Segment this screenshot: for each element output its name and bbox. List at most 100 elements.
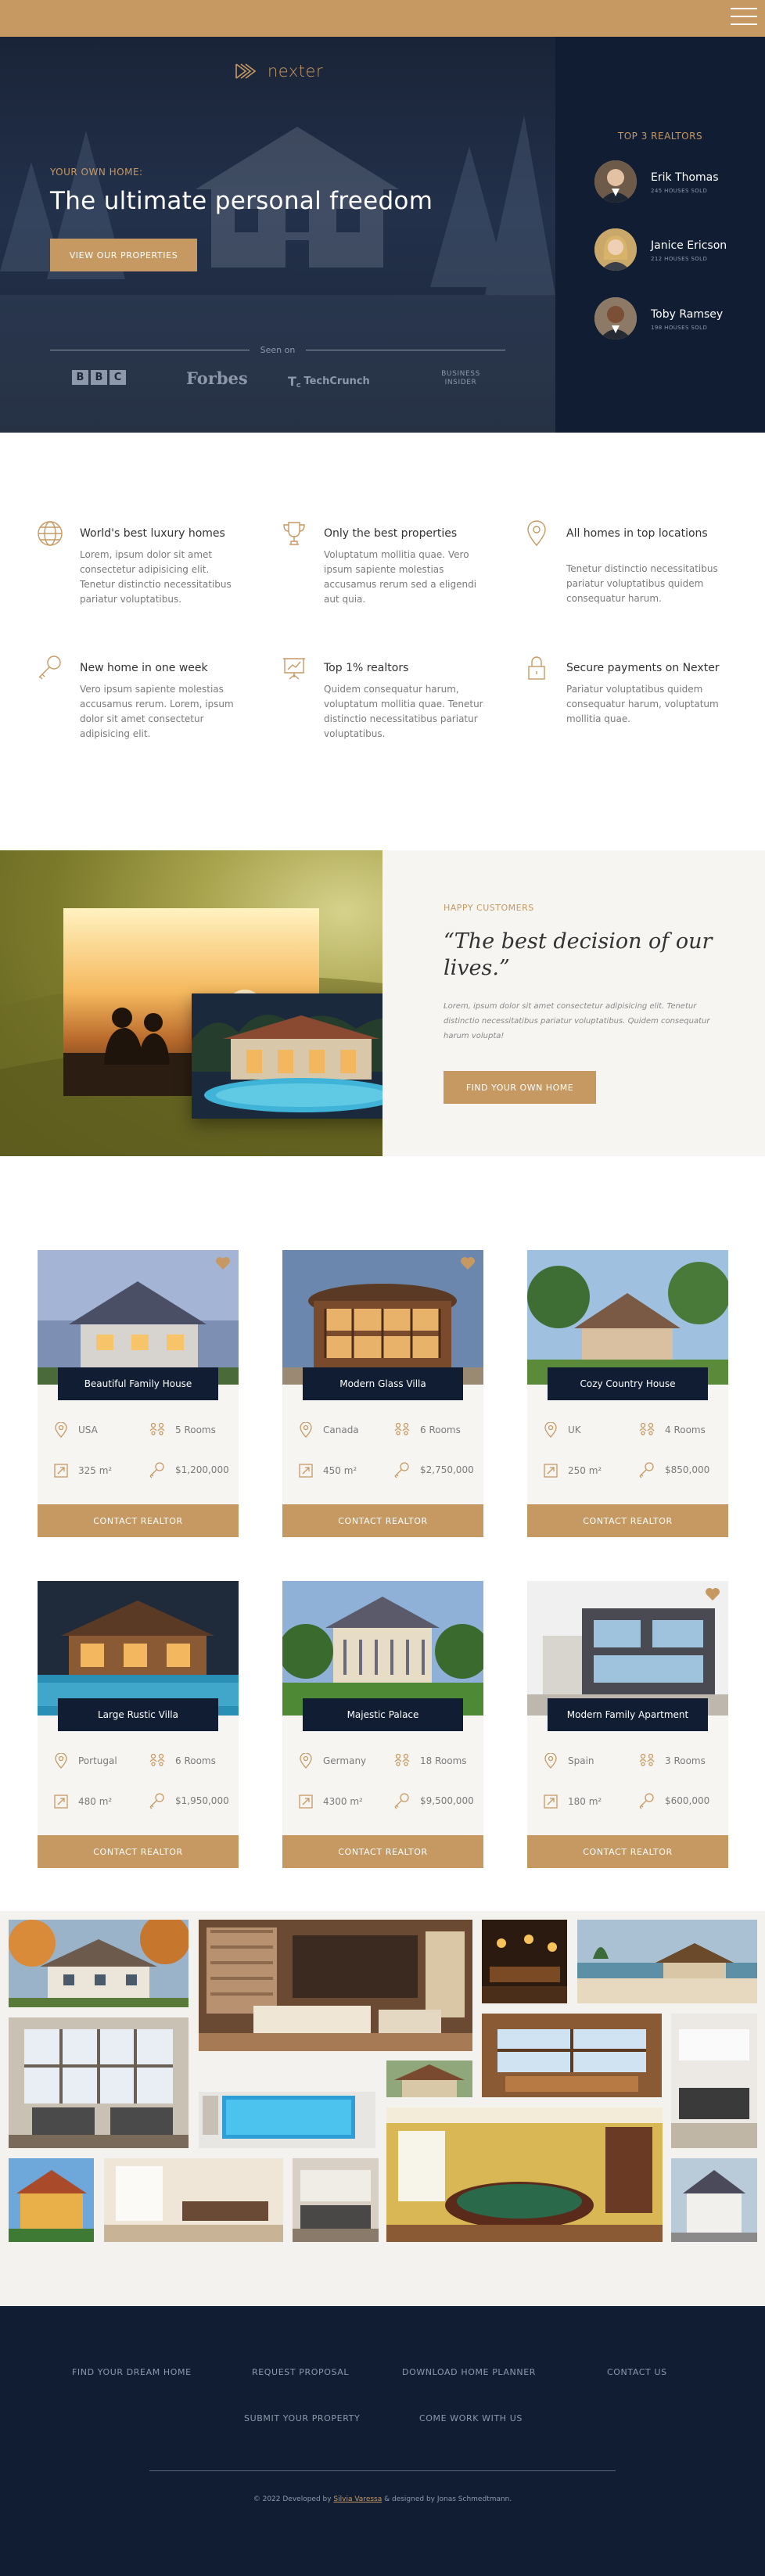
home-area-text: 250 m² [568, 1465, 602, 1476]
home-rooms: 3 Rooms [638, 1753, 706, 1769]
map-pin-icon [300, 1422, 312, 1438]
home-name: Modern Family Apartment [548, 1698, 708, 1731]
footer-link[interactable]: COME WORK WITH US [419, 2413, 523, 2423]
presentation-icon [283, 658, 305, 680]
techcrunch-mark-icon: T꜀ [288, 374, 301, 389]
realtors-title: TOP 3 REALTORS [617, 131, 703, 142]
globe-icon [38, 521, 63, 546]
home-price-text: $600,000 [665, 1795, 710, 1806]
realtor-name: Erik Thomas [651, 171, 719, 184]
bbc-logo: BBC [72, 370, 126, 385]
bbc-letter: B [72, 370, 88, 385]
area-expand-icon [299, 1795, 313, 1809]
home-area: 325 m² [53, 1463, 112, 1478]
favorite-heart-icon[interactable] [705, 1587, 720, 1601]
home-rooms: 18 Rooms [393, 1753, 467, 1769]
rooms-icon [639, 1753, 655, 1766]
feature-title: Only the best properties [324, 527, 458, 540]
footer-link[interactable]: DOWNLOAD HOME PLANNER [402, 2367, 536, 2377]
realtor-item[interactable]: Erik Thomas 245 HOUSES SOLD [594, 160, 759, 204]
find-home-button[interactable]: FIND YOUR OWN HOME [444, 1071, 596, 1104]
contact-realtor-button[interactable]: CONTACT REALTOR [527, 1835, 728, 1868]
author-link[interactable]: Silvia Varessa [333, 2495, 382, 2503]
hamburger-line [731, 8, 757, 9]
contact-realtor-button[interactable]: CONTACT REALTOR [38, 1835, 239, 1868]
home-rooms-text: 5 Rooms [175, 1425, 216, 1435]
key-icon [639, 1462, 654, 1478]
seen-on-label: Seen on [260, 344, 296, 355]
home-country-text: Canada [323, 1425, 359, 1435]
feature-text: Tenetur distinctio necessitatibus pariat… [566, 563, 718, 604]
contact-realtor-button[interactable]: CONTACT REALTOR [38, 1504, 239, 1537]
area-expand-icon [544, 1795, 558, 1809]
home-card: Majestic Palace Germany 18 Rooms 4300 m² $9,… [282, 1581, 483, 1868]
area-expand-icon [54, 1795, 68, 1809]
footer-link[interactable]: REQUEST PROPOSAL [252, 2367, 349, 2377]
home-price: $1,200,000 [149, 1461, 229, 1478]
gallery-image [293, 2158, 379, 2242]
home-country: Germany [298, 1753, 366, 1769]
home-rooms-text: 3 Rooms [665, 1755, 706, 1766]
home-area: 450 m² [298, 1463, 357, 1478]
story-quote: “The best decision of our lives.” [444, 929, 713, 980]
hero-section: nexter YOUR OWN HOME: The ultimate perso… [0, 37, 555, 433]
contact-realtor-button[interactable]: CONTACT REALTOR [282, 1835, 483, 1868]
view-properties-button[interactable]: VIEW OUR PROPERTIES [50, 239, 197, 271]
rooms-icon [149, 1753, 165, 1766]
home-card: Modern Glass Villa Canada 6 Rooms 450 m² $2,… [282, 1250, 483, 1537]
home-price: $2,750,000 [393, 1461, 474, 1478]
favorite-heart-icon[interactable] [460, 1256, 476, 1270]
realtor-name: Janice Ericson [651, 239, 727, 252]
home-image [527, 1581, 728, 1716]
techcrunch-logo: T꜀ TechCrunch [288, 372, 370, 390]
key-icon [149, 1462, 164, 1478]
gallery-image [671, 2158, 757, 2242]
home-area-text: 450 m² [323, 1465, 357, 1476]
realtor-houses-sold: 198 HOUSES SOLD [651, 325, 708, 331]
brand-logo[interactable]: nexter [235, 62, 323, 81]
home-price: $600,000 [638, 1792, 709, 1809]
home-name: Modern Glass Villa [303, 1367, 463, 1400]
home-rooms-text: 6 Rooms [175, 1755, 216, 1766]
realtor-item[interactable]: Toby Ramsey 198 HOUSES SOLD [594, 297, 759, 341]
home-area-text: 480 m² [78, 1796, 113, 1807]
copyright-suffix: & designed by Jonas Schmedtmann. [382, 2495, 512, 2503]
gallery-image [577, 1920, 757, 2003]
realtor-houses-sold: 245 HOUSES SOLD [651, 188, 708, 194]
footer-link[interactable]: CONTACT US [607, 2367, 667, 2377]
favorite-heart-icon[interactable] [215, 1256, 231, 1270]
home-area-text: 4300 m² [323, 1796, 363, 1807]
gallery-image [9, 2158, 94, 2242]
home-image [38, 1250, 239, 1385]
gallery-image [482, 1920, 567, 2003]
home-area: 480 m² [53, 1794, 112, 1809]
area-expand-icon [54, 1464, 68, 1478]
home-price-text: $2,750,000 [420, 1464, 474, 1475]
gallery-image [386, 2060, 472, 2097]
home-rooms: 6 Rooms [393, 1422, 461, 1438]
top-bar [0, 0, 765, 37]
hero-subtitle: YOUR OWN HOME: [50, 167, 143, 178]
feature-text: Quidem consequatur harum, voluptatum mol… [324, 684, 483, 739]
avatar [594, 228, 637, 271]
realtor-name: Toby Ramsey [651, 308, 724, 321]
hero-title: The ultimate personal freedom [50, 187, 433, 215]
footer-link[interactable]: FIND YOUR DREAM HOME [72, 2367, 192, 2377]
home-image [38, 1581, 239, 1716]
copyright: © 2022 Developed by Silvia Varessa & des… [0, 2495, 765, 2503]
home-area: 4300 m² [298, 1794, 363, 1809]
bbc-letter: C [110, 370, 126, 385]
home-country: Portugal [53, 1753, 117, 1769]
rooms-icon [394, 1422, 410, 1435]
contact-realtor-button[interactable]: CONTACT REALTOR [282, 1504, 483, 1537]
menu-button[interactable] [731, 8, 757, 28]
contact-realtor-button[interactable]: CONTACT REALTOR [527, 1504, 728, 1537]
key-icon [394, 1793, 409, 1809]
realtor-item[interactable]: Janice Ericson 212 HOUSES SOLD [594, 228, 759, 272]
logo-text: nexter [268, 62, 324, 81]
gallery-image [199, 1920, 472, 2051]
feature-item: Top 1% realtors Quidem consequatur harum… [280, 654, 491, 763]
footer-link[interactable]: SUBMIT YOUR PROPERTY [244, 2413, 360, 2423]
map-pin-icon [527, 520, 546, 547]
rooms-icon [639, 1422, 655, 1435]
